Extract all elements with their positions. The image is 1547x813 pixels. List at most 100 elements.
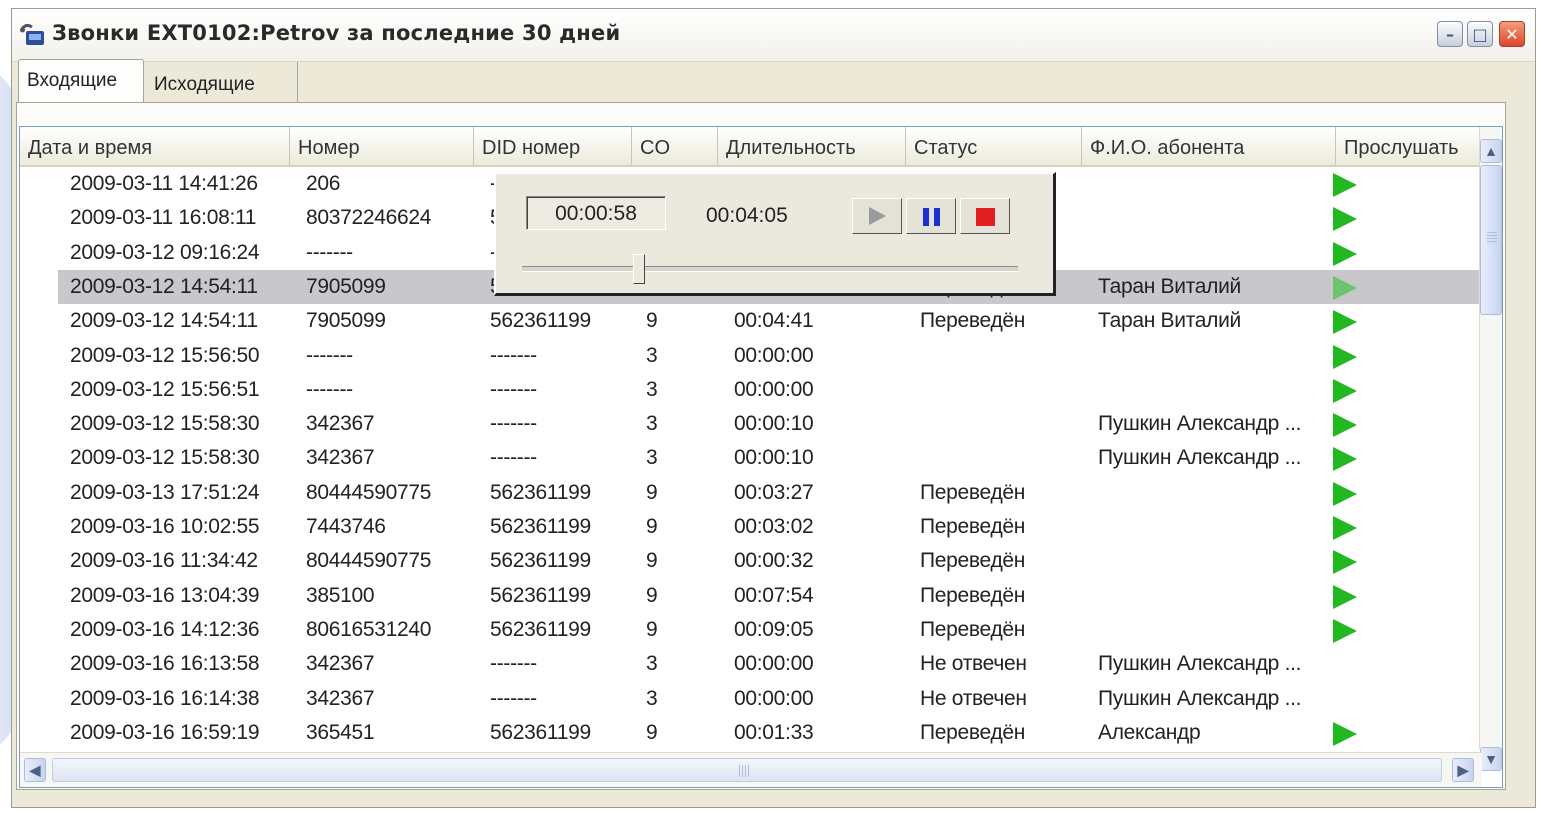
vertical-scroll-thumb[interactable] <box>1480 165 1502 315</box>
cell-number: 206 <box>306 172 341 195</box>
cell-co: 3 <box>646 412 658 436</box>
maximize-icon: □ <box>1472 24 1488 44</box>
listen-play-icon[interactable] <box>1333 584 1357 609</box>
scroll-up-button[interactable]: ▲ <box>1480 139 1502 163</box>
table-row[interactable]: 2009-03-16 16:13:58 342367 ------- 3 00:00:0… <box>20 647 1482 681</box>
play-icon <box>869 207 886 225</box>
cell-did: ------- <box>490 652 537 676</box>
horizontal-scroll-thumb[interactable] <box>52 758 1442 782</box>
column-header-number[interactable]: Номер <box>290 127 474 165</box>
cell-status: Переведён <box>920 515 1026 538</box>
vertical-scrollbar[interactable]: ▲ ▼ <box>1479 127 1502 771</box>
window-title: Звонки EXT0102:Petrov за последние 30 дн… <box>52 21 621 45</box>
cell-datetime: 2009-03-16 13:04:39 <box>70 583 260 607</box>
table-row[interactable]: 2009-03-12 15:56:51 ------- ------- 3 00:00:… <box>20 373 1482 407</box>
cell-duration: 00:03:27 <box>734 480 814 504</box>
cell-number: ------- <box>306 377 353 401</box>
cell-number: ------- <box>306 240 353 264</box>
close-button[interactable]: ✕ <box>1499 21 1525 47</box>
listen-play-icon[interactable] <box>1333 516 1357 540</box>
chevron-right-icon: ▶ <box>1457 761 1469 778</box>
tab-incoming[interactable]: Входящие <box>18 59 144 105</box>
cell-did: 562361199 <box>490 583 591 607</box>
minimize-button[interactable]: – <box>1437 21 1463 47</box>
table-row[interactable]: 2009-03-16 14:12:36 80616531240 562361199 9… <box>20 613 1482 647</box>
cell-number: 7905099 <box>306 274 386 298</box>
table-row[interactable]: 2009-03-16 16:59:19 365451 562361199 9 00:01… <box>20 716 1482 750</box>
column-header-did[interactable]: DID номер <box>474 127 632 165</box>
table-row[interactable]: 2009-03-16 10:02:55 7443746 562361199 9 00:0… <box>20 510 1482 544</box>
column-header-listen[interactable]: Прослушать <box>1336 127 1482 165</box>
horizontal-scrollbar[interactable]: ◀ ▶ <box>20 752 1482 787</box>
cell-co: 3 <box>646 343 658 367</box>
cell-duration: 00:04:41 <box>734 309 814 333</box>
scroll-down-button[interactable]: ▼ <box>1480 747 1502 771</box>
listen-play-icon[interactable] <box>1333 618 1357 643</box>
seek-track[interactable] <box>522 266 1018 272</box>
column-header-co[interactable]: CO <box>632 127 718 165</box>
cell-did: 562361199 <box>490 549 591 573</box>
cell-did: ------- <box>490 343 537 367</box>
maximize-button[interactable]: □ <box>1467 21 1493 47</box>
cell-status: Не отвечен <box>920 686 1027 710</box>
chevron-down-icon: ▼ <box>1484 751 1498 767</box>
pause-button[interactable] <box>906 198 956 234</box>
cell-co: 9 <box>646 617 658 641</box>
table-row[interactable]: 2009-03-16 11:34:42 80444590775 562361199 9… <box>20 544 1482 578</box>
cell-duration: 00:00:00 <box>734 377 814 401</box>
cell-number: 342367 <box>306 412 375 436</box>
listen-play-icon[interactable] <box>1333 275 1357 300</box>
title-bar[interactable]: Звонки EXT0102:Petrov за последние 30 дн… <box>12 9 1535 62</box>
listen-play-icon[interactable] <box>1333 241 1357 266</box>
cell-datetime: 2009-03-16 16:14:38 <box>70 686 260 710</box>
stop-button[interactable] <box>960 198 1010 234</box>
listen-play-icon[interactable] <box>1333 207 1357 232</box>
chevron-up-icon: ▲ <box>1484 143 1498 159</box>
play-button[interactable] <box>852 198 902 234</box>
listen-play-icon[interactable] <box>1333 721 1357 746</box>
cell-datetime: 2009-03-16 11:34:42 <box>70 549 258 573</box>
cell-number: 385100 <box>306 583 375 607</box>
tab-outgoing[interactable]: Исходящие <box>146 62 298 102</box>
listen-play-icon[interactable] <box>1333 344 1357 369</box>
scroll-left-button[interactable]: ◀ <box>24 758 46 782</box>
listen-play-icon[interactable] <box>1333 413 1357 438</box>
cell-did: ------- <box>490 412 537 436</box>
table-row[interactable]: 2009-03-13 17:51:24 80444590775 562361199 9… <box>20 476 1482 510</box>
listen-play-icon[interactable] <box>1333 481 1357 506</box>
column-header-name[interactable]: Ф.И.О. абонента <box>1082 127 1336 165</box>
table-row[interactable]: 2009-03-16 13:04:39 385100 562361199 9 00:07… <box>20 579 1482 613</box>
cell-status: Переведён <box>920 617 1026 641</box>
table-row[interactable]: 2009-03-12 15:56:50 ------- ------- 3 00:00:… <box>20 339 1482 373</box>
table-row[interactable]: 2009-03-16 16:14:38 342367 ------- 3 00:00:0… <box>20 682 1482 716</box>
cell-duration: 00:01:33 <box>734 720 814 744</box>
cell-status: Не отвечен <box>920 652 1027 676</box>
cell-number: 7905099 <box>306 309 386 333</box>
cell-status: Переведён <box>920 309 1026 333</box>
scroll-right-button[interactable]: ▶ <box>1452 758 1474 782</box>
listen-play-icon[interactable] <box>1333 447 1357 472</box>
cell-duration: 00:00:00 <box>734 343 814 367</box>
table-row[interactable]: 2009-03-12 15:58:30 342367 ------- 3 00:00:1… <box>20 407 1482 441</box>
cell-name: Пушкин Александр ... <box>1098 652 1302 676</box>
cell-name: Пушкин Александр ... <box>1098 686 1302 710</box>
listen-play-icon[interactable] <box>1333 310 1357 335</box>
cell-did: 562361199 <box>490 515 591 538</box>
table-row[interactable]: 2009-03-12 14:54:11 7905099 562361199 9 00:0… <box>20 304 1482 338</box>
cell-duration: 00:09:05 <box>734 617 814 641</box>
listen-play-icon[interactable] <box>1333 173 1357 197</box>
cell-name: Пушкин Александр ... <box>1098 446 1302 470</box>
cell-name: Таран Виталий <box>1098 309 1241 333</box>
cell-duration: 00:00:10 <box>734 446 814 470</box>
listen-play-icon[interactable] <box>1333 550 1357 575</box>
cell-number: 80444590775 <box>306 549 432 573</box>
listen-play-icon[interactable] <box>1333 378 1357 403</box>
column-header-status[interactable]: Статус <box>906 127 1082 165</box>
column-header-duration[interactable]: Длительность <box>718 127 906 165</box>
cell-co: 9 <box>646 515 658 538</box>
cell-datetime: 2009-03-12 14:54:11 <box>70 309 258 333</box>
column-header-datetime[interactable]: Дата и время <box>20 127 290 165</box>
cell-status: Переведён <box>920 583 1026 607</box>
table-row[interactable]: 2009-03-12 15:58:30 342367 ------- 3 00:00:1… <box>20 441 1482 475</box>
seek-slider-thumb[interactable] <box>633 254 646 284</box>
